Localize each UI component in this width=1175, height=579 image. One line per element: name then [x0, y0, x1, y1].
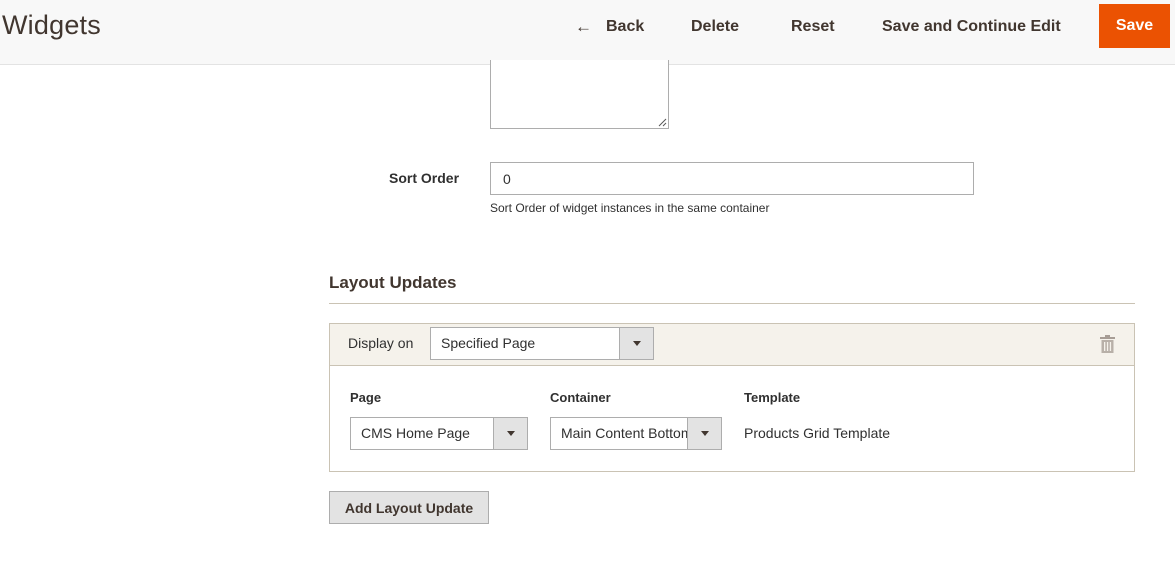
display-on-dropdown-button[interactable]	[619, 328, 653, 359]
display-on-label: Display on	[348, 335, 414, 351]
display-on-select[interactable]: Specified Page	[430, 327, 654, 360]
page-select[interactable]: CMS Home Page	[350, 417, 528, 450]
add-layout-update-button[interactable]: Add Layout Update	[329, 491, 489, 524]
reset-button[interactable]: Reset	[791, 15, 835, 38]
template-value: Products Grid Template	[744, 425, 891, 441]
container-dropdown-button[interactable]	[687, 418, 721, 449]
sort-order-note: Sort Order of widget instances in the sa…	[490, 201, 770, 215]
layout-updates-title: Layout Updates	[329, 273, 457, 292]
sort-order-label: Sort Order	[389, 170, 460, 186]
chevron-down-icon	[632, 341, 641, 346]
page-title: Widgets	[2, 10, 101, 40]
save-button[interactable]: Save	[1099, 4, 1170, 48]
back-label: Back	[606, 17, 645, 35]
sort-order-input[interactable]	[490, 162, 974, 195]
resize-grip-icon[interactable]	[658, 118, 667, 127]
back-button[interactable]: ← Back	[575, 15, 644, 38]
page-header: Widgets ← Back Delete Reset Save and Con…	[0, 0, 1175, 65]
section-divider	[329, 303, 1135, 304]
widget-textarea[interactable]	[490, 60, 669, 129]
chevron-down-icon	[506, 431, 515, 436]
page-label: Page	[350, 390, 382, 405]
page-value: CMS Home Page	[361, 425, 470, 441]
trash-icon[interactable]	[1100, 335, 1115, 353]
container-value: Main Content Bottom	[561, 425, 687, 441]
arrow-left-icon: ←	[575, 16, 592, 36]
page-dropdown-button[interactable]	[493, 418, 527, 449]
container-select[interactable]: Main Content Bottom	[550, 417, 722, 450]
container-label: Container	[550, 390, 611, 405]
layout-update-header: Display on Specified Page	[330, 324, 1134, 366]
save-and-continue-button[interactable]: Save and Continue Edit	[882, 15, 1061, 38]
template-label: Template	[744, 390, 801, 405]
display-on-value: Specified Page	[441, 335, 536, 351]
delete-button[interactable]: Delete	[691, 15, 739, 38]
chevron-down-icon	[700, 431, 709, 436]
layout-update-item: Display on Specified Page Page Container…	[329, 323, 1135, 472]
